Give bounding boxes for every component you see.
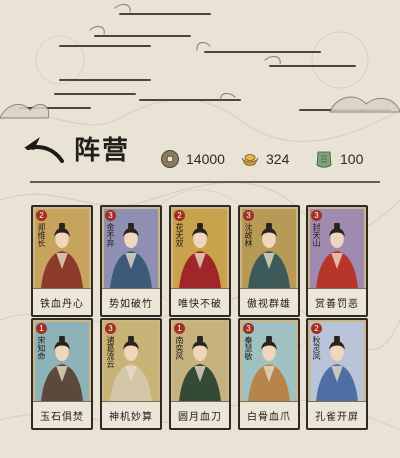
copper-value: 14000 [186,151,225,167]
rank-badge: 2 [311,323,322,334]
character-portrait [104,209,158,291]
jade-token-icon [316,151,332,168]
character-name: 秦慧敏 [244,336,253,360]
character-name: 沈故林 [244,223,253,247]
character-name: 花无双 [175,223,184,247]
character-portrait [173,209,227,291]
character-card[interactable]: 3 诸葛流云神机妙算 [100,318,162,430]
character-card[interactable]: 1 宋知命玉石俱焚 [31,318,93,430]
character-card[interactable]: 2 郑维长铁血丹心 [31,205,93,317]
character-name: 诸葛流云 [106,336,115,368]
character-card[interactable]: 3 金不弃势如破竹 [100,205,162,317]
character-portrait [35,322,89,404]
resource-jade: 100 [314,149,363,169]
skill-name: 势如破竹 [102,288,160,315]
character-name: 秋灵凤 [312,336,321,360]
character-name: 宋知命 [37,336,46,360]
character-portrait [242,209,296,291]
resource-copper: 14000 [160,149,225,169]
skill-name: 神机妙算 [102,401,160,428]
copper-coin-icon [161,150,179,168]
rank-badge: 2 [174,210,185,221]
back-arrow-icon [24,137,64,163]
resource-gold: 324 [240,149,289,169]
rank-badge: 2 [36,210,47,221]
character-portrait [310,209,364,291]
skill-name: 唯快不破 [171,288,229,315]
character-name: 南奕风 [175,336,184,360]
rank-badge: 3 [243,323,254,334]
character-card[interactable]: 3 秦慧敏白骨血爪 [238,318,300,430]
header-divider [30,181,380,183]
skill-name: 白骨血爪 [240,401,298,428]
skill-name: 圆月血刀 [171,401,229,428]
character-card[interactable]: 3 封天山赏善罚恶 [306,205,368,317]
character-portrait [35,209,89,291]
gold-value: 324 [266,151,290,167]
rank-badge: 3 [311,210,322,221]
jade-value: 100 [340,151,364,167]
skill-name: 傲视群雄 [240,288,298,315]
rank-badge: 3 [105,210,116,221]
skill-name: 孔雀开屏 [308,401,366,428]
character-card[interactable]: 2 花无双唯快不破 [169,205,231,317]
rank-badge: 1 [36,323,47,334]
skill-name: 赏善罚恶 [308,288,366,315]
page-title: 阵营 [74,136,131,166]
character-portrait [242,322,296,404]
rank-badge: 1 [174,323,185,334]
character-name: 郑维长 [37,223,46,247]
rank-badge: 3 [243,210,254,221]
character-card[interactable]: 1 南奕风圆月血刀 [169,318,231,430]
skill-name: 铁血丹心 [33,288,91,315]
rank-badge: 3 [105,323,116,334]
character-card[interactable]: 3 沈故林傲视群雄 [238,205,300,317]
gold-ingot-icon [241,154,259,166]
back-button[interactable] [18,133,68,163]
character-card[interactable]: 2 秋灵凤孔雀开屏 [306,318,368,430]
character-name: 封天山 [312,223,321,247]
character-name: 金不弃 [106,223,115,247]
character-portrait [173,322,227,404]
character-portrait [310,322,364,404]
skill-name: 玉石俱焚 [33,401,91,428]
